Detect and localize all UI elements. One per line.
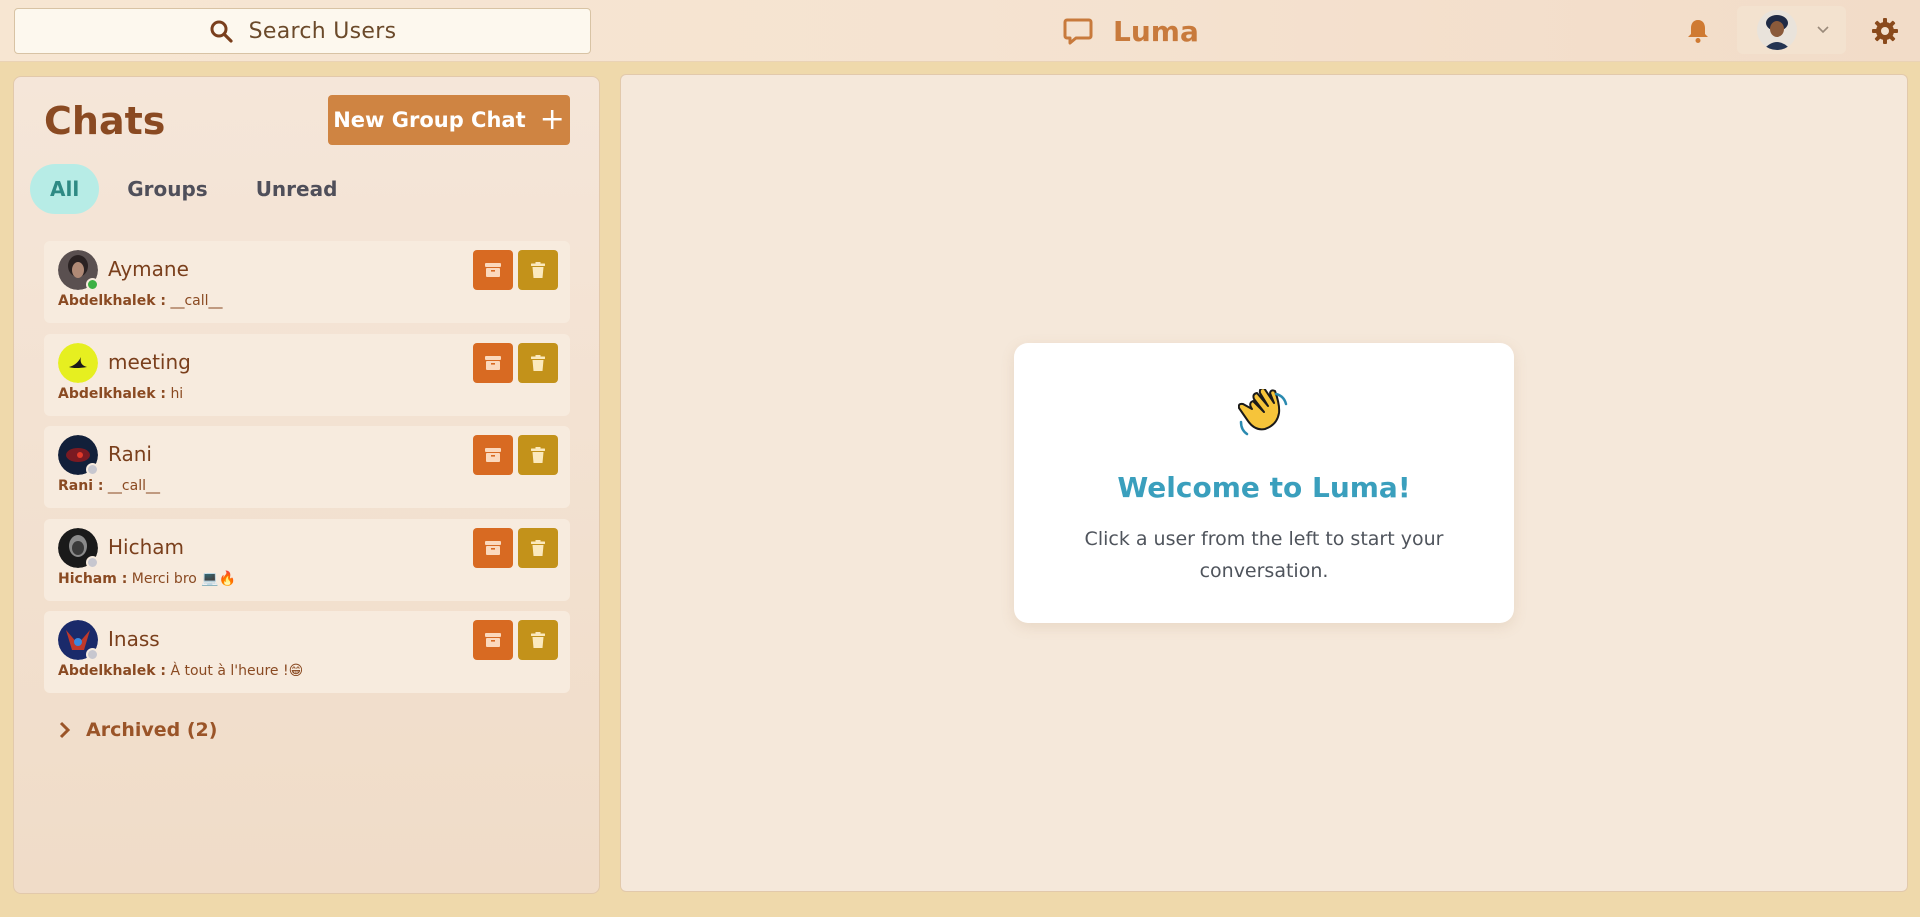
chat-bubble-icon [1063, 18, 1093, 45]
new-group-chat-label: New Group Chat [333, 108, 526, 132]
chat-item-hicham[interactable]: Hicham Hicham : Merci bro 💻🔥 [44, 519, 570, 601]
new-group-chat-button[interactable]: New Group Chat + [328, 95, 570, 145]
trash-icon [531, 540, 545, 556]
archived-label: Archived (2) [86, 719, 218, 741]
chat-filter-tabs: All Groups Unread [30, 164, 365, 214]
brand-logo: Luma [1062, 13, 1199, 49]
archive-button[interactable] [473, 343, 513, 383]
search-users-label: Search Users [248, 18, 397, 44]
search-icon [210, 20, 233, 43]
message-sender: Abdelkhalek : [58, 293, 166, 309]
welcome-subtitle: Click a user from the left to start your… [1084, 528, 1444, 582]
last-message: Abdelkhalek : hi [58, 386, 183, 402]
archive-icon [485, 263, 501, 277]
offline-status-dot [86, 556, 99, 569]
archived-toggle[interactable]: Archived (2) [58, 719, 217, 741]
message-text: __call__ [170, 293, 223, 309]
archive-icon [485, 633, 501, 647]
archive-icon [485, 541, 501, 555]
delete-button[interactable] [518, 250, 558, 290]
chat-name: meeting [108, 350, 191, 374]
delete-button[interactable] [518, 620, 558, 660]
message-text: hi [170, 386, 184, 402]
message-sender: Hicham : [58, 571, 128, 587]
delete-button[interactable] [518, 528, 558, 568]
chat-name: Aymane [108, 257, 189, 281]
brand-name: Luma [1113, 14, 1199, 48]
message-sender: Rani : [58, 478, 104, 494]
profile-menu-button[interactable] [1737, 6, 1846, 54]
plus-icon: + [539, 102, 565, 137]
last-message: Rani : __call__ [58, 478, 160, 494]
conversation-panel: Welcome to Luma! Click a user from the l… [620, 74, 1908, 892]
last-message: Abdelkhalek : __call__ [58, 293, 223, 309]
message-text: Merci bro 💻🔥 [131, 571, 237, 587]
chat-item-inass[interactable]: Inass Abdelkhalek : À tout à l'heure !😁 [44, 611, 570, 693]
user-avatar [1757, 10, 1797, 50]
settings-gear-icon[interactable] [1871, 17, 1899, 45]
notification-bell-icon[interactable] [1686, 18, 1710, 44]
delete-button[interactable] [518, 343, 558, 383]
waving-hand-icon [1238, 389, 1288, 436]
message-text: __call__ [107, 478, 160, 494]
welcome-title: Welcome to Luma! [1117, 471, 1411, 504]
chat-name: Inass [108, 627, 160, 651]
archive-button[interactable] [473, 528, 513, 568]
last-message: Hicham : Merci bro 💻🔥 [58, 571, 236, 587]
tab-all[interactable]: All [30, 164, 100, 214]
archive-icon [485, 356, 501, 370]
trash-icon [531, 632, 545, 648]
archive-button[interactable] [473, 435, 513, 475]
archive-icon [485, 448, 501, 462]
trash-icon [531, 447, 545, 463]
message-text: À tout à l'heure !😁 [170, 663, 304, 679]
delete-button[interactable] [518, 435, 558, 475]
chat-name: Rani [108, 442, 152, 466]
chat-item-meeting[interactable]: meeting Abdelkhalek : hi [44, 334, 570, 416]
chats-sidebar: Chats New Group Chat + All Groups Unread… [13, 76, 600, 894]
tab-unread[interactable]: Unread [236, 164, 358, 214]
offline-status-dot [86, 463, 99, 476]
online-status-dot [86, 278, 99, 291]
archive-button[interactable] [473, 250, 513, 290]
chevron-down-icon [1817, 26, 1829, 34]
chat-name: Hicham [108, 535, 185, 559]
chat-item-aymane[interactable]: Aymane Abdelkhalek : __call__ [44, 241, 570, 323]
welcome-card: Welcome to Luma! Click a user from the l… [1014, 343, 1514, 623]
offline-status-dot [86, 648, 99, 661]
last-message: Abdelkhalek : À tout à l'heure !😁 [58, 663, 303, 679]
message-sender: Abdelkhalek : [58, 386, 166, 402]
chats-title: Chats [44, 99, 166, 143]
archive-button[interactable] [473, 620, 513, 660]
chat-item-rani[interactable]: Rani Rani : __call__ [44, 426, 570, 508]
avatar [58, 343, 98, 383]
top-bar: Search Users Luma [0, 0, 1920, 62]
trash-icon [531, 355, 545, 371]
tab-groups[interactable]: Groups [107, 164, 227, 214]
message-sender: Abdelkhalek : [58, 663, 166, 679]
chevron-right-icon [59, 721, 71, 739]
trash-icon [531, 262, 545, 278]
search-users-button[interactable]: Search Users [14, 8, 591, 54]
